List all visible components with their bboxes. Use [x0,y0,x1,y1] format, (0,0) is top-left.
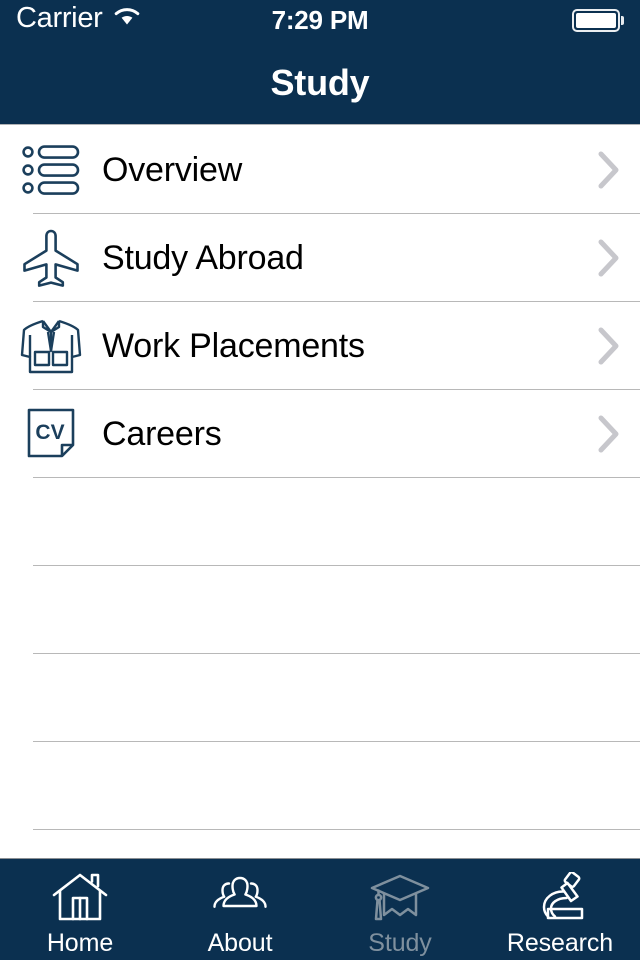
chevron-right-icon [578,327,640,365]
list-item-label: Work Placements [102,326,365,365]
list-item-careers[interactable]: CV Careers [0,390,640,478]
graduation-cap-icon [369,871,431,925]
tab-label: Home [46,929,114,957]
empty-list-row [0,566,640,654]
tab-home[interactable]: Home [0,859,160,960]
chevron-right-icon [578,415,640,453]
status-bar: Carrier 7:29 PM [0,0,640,42]
tab-label: Research [506,929,614,957]
empty-list-row [0,478,640,566]
svg-text:CV: CV [35,421,64,444]
navigation-header: Carrier 7:29 PM Study [0,0,640,125]
battery-cap-icon [621,16,624,25]
bulleted-list-icon [0,126,102,214]
list-item-label: Overview [102,150,243,189]
tab-label: About [207,929,273,957]
page-title: Study [270,62,370,103]
tab-research[interactable]: Research [480,859,640,960]
list-item-label: Study Abroad [102,238,304,277]
house-icon [52,871,108,925]
list-item-study-abroad[interactable]: Study Abroad [0,214,640,302]
tab-label: Study [368,929,432,957]
chevron-right-icon [578,239,640,277]
app-screen: Carrier 7:29 PM Study Overview Study Abr… [0,0,640,960]
airplane-icon [0,214,102,302]
list-item-work-placements[interactable]: Work Placements [0,302,640,390]
clock-label: 7:29 PM [271,5,369,35]
empty-list-row [0,654,640,742]
cv-document-icon: CV [0,390,102,478]
tab-study[interactable]: Study [320,859,480,960]
tab-about[interactable]: About [160,859,320,960]
study-menu-list: Overview Study Abroad Work Placements CV… [0,126,640,858]
lab-coat-icon [0,302,102,390]
list-item-overview[interactable]: Overview [0,126,640,214]
chevron-right-icon [578,151,640,189]
tab-bar: Home About Study Research [0,858,640,960]
empty-list-row [0,742,640,830]
microscope-icon [531,871,589,925]
status-bar-right [572,9,624,32]
people-group-icon [210,871,270,925]
list-item-label: Careers [102,414,222,453]
battery-icon [572,9,620,32]
